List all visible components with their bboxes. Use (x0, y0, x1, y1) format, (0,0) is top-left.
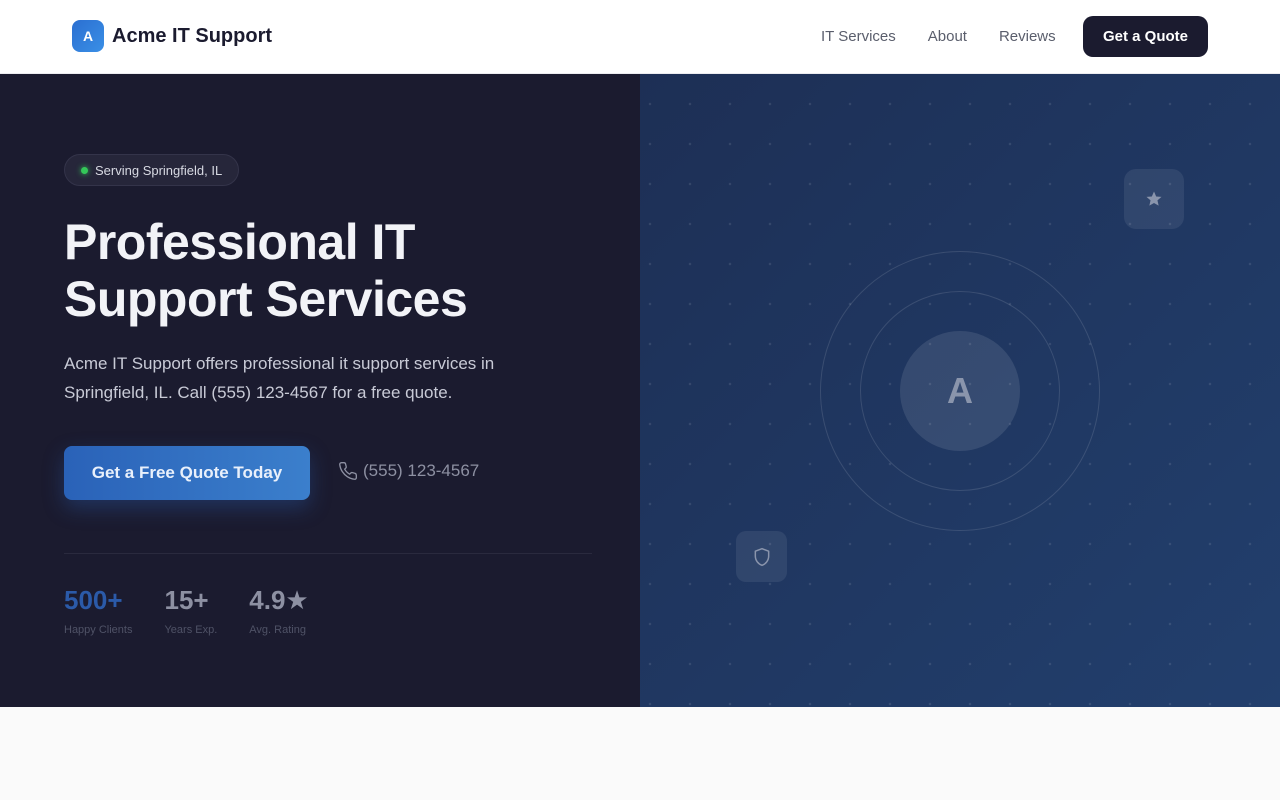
stat-label: Happy Clients (64, 624, 133, 636)
stat-rating: 4.9★ Avg. Rating (249, 584, 308, 636)
core-logo: A (900, 331, 1020, 451)
stat-label: Years Exp. (164, 624, 218, 636)
location-badge: Serving Springfield, IL (64, 154, 240, 186)
stat-value: 15+ (164, 585, 209, 615)
brand-logo: A (72, 20, 104, 52)
hero-headline: Professional IT Support Services (64, 214, 604, 328)
location-badge-text: Serving Springfield, IL (95, 162, 223, 178)
get-quote-button[interactable]: Get a Quote (1083, 16, 1208, 57)
free-quote-button[interactable]: Get a Free Quote Today (64, 446, 310, 500)
stat-value: 4.9★ (249, 585, 309, 615)
hero-visual: A (640, 74, 1280, 707)
phone-number: (555) 123-4567 (363, 461, 480, 480)
stat-years: 15+ Years Exp. (164, 584, 217, 636)
next-section (0, 707, 1280, 800)
stat-value: 500+ (64, 585, 123, 615)
star-tile (1124, 169, 1184, 229)
stats-divider (64, 553, 592, 554)
hero-content: Serving Springfield, IL Professional IT … (0, 74, 640, 707)
nav-link-reviews[interactable]: Reviews (983, 24, 1072, 49)
stat-clients: 500+ Happy Clients (64, 584, 132, 636)
nav-link-it-services[interactable]: IT Services (805, 24, 912, 49)
nav-link-about[interactable]: About (912, 24, 983, 49)
brand-name: Acme IT Support (112, 24, 273, 47)
stats-row: 500+ Happy Clients 15+ Years Exp. 4.9★ A… (64, 584, 341, 636)
hero-headline-line2: Support Services (64, 271, 468, 327)
stat-label: Avg. Rating (249, 624, 306, 636)
phone-link[interactable]: (555) 123-4567 (338, 461, 479, 481)
shield-tile (736, 531, 787, 582)
shield-icon (754, 547, 769, 566)
hero-description: Acme IT Support offers professional it s… (64, 354, 495, 402)
nav-links: IT Services About Reviews (805, 24, 1072, 49)
star-icon (1146, 191, 1162, 206)
phone-icon (339, 461, 358, 480)
hero-headline-line1: Professional IT (64, 214, 415, 270)
top-nav: A Acme IT Support IT Services About Revi… (0, 0, 1280, 74)
brand[interactable]: A Acme IT Support (72, 20, 272, 52)
status-dot (81, 166, 88, 174)
